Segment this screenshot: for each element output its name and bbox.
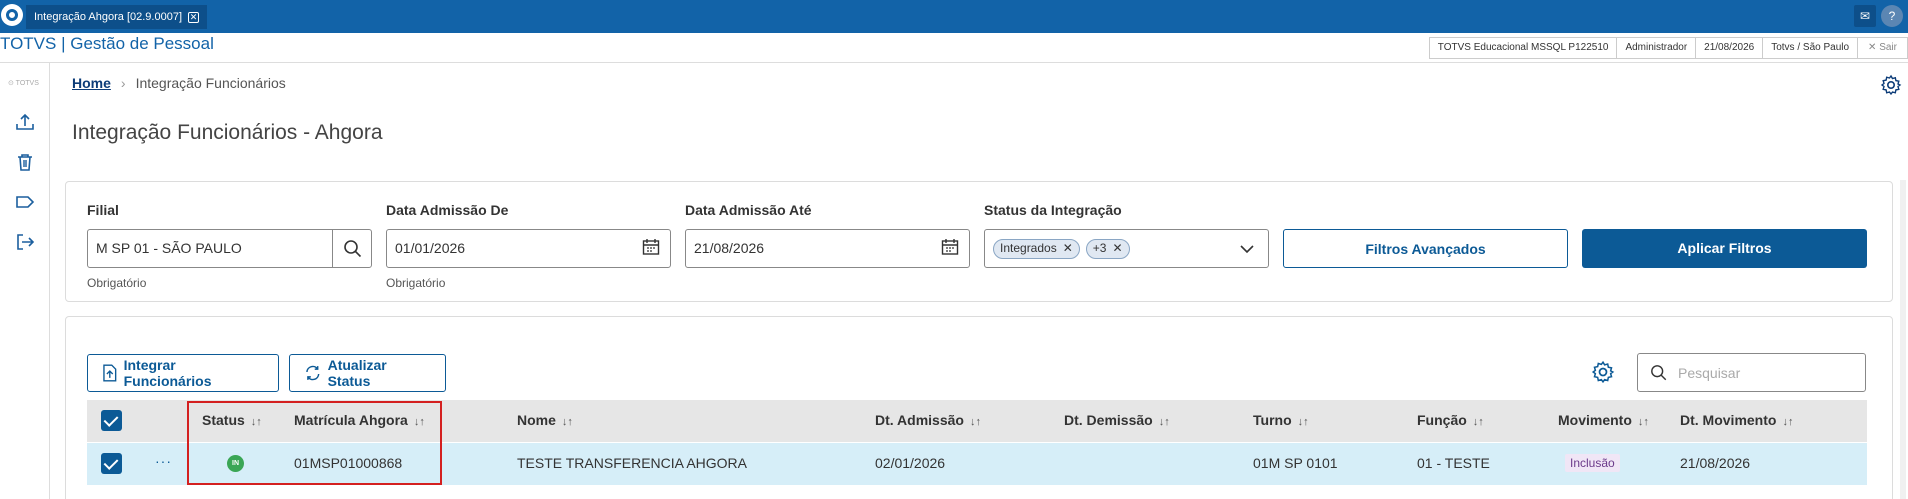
col-funcao-header[interactable]: Função ↓↑ (1417, 412, 1484, 428)
tab-close-icon[interactable]: ✕ (188, 11, 200, 23)
breadcrumb: Home › Integração Funcionários (72, 75, 286, 91)
filial-help: Obrigatório (87, 276, 147, 290)
totvs-logo-icon[interactable] (1, 4, 23, 26)
chip-label: +3 (1092, 241, 1107, 255)
sort-icon[interactable]: ↓↑ (1638, 416, 1649, 428)
col-dt-movimento-header[interactable]: Dt. Movimento ↓↑ (1680, 412, 1793, 428)
advanced-filters-button[interactable]: Filtros Avançados (1283, 229, 1568, 268)
col-movimento-label: Movimento (1558, 412, 1632, 428)
sort-icon[interactable]: ↓↑ (1159, 416, 1170, 428)
select-all-checkbox[interactable] (101, 410, 122, 431)
row-checkbox[interactable] (101, 453, 122, 474)
col-dt-demissao-header[interactable]: Dt. Demissão ↓↑ (1064, 412, 1170, 428)
tab-title: Integração Ahgora [02.9.0007] (34, 11, 183, 23)
filial-search-button[interactable] (332, 229, 372, 268)
cell-funcao: 01 - TESTE (1417, 455, 1490, 471)
breadcrumb-separator: › (120, 75, 126, 91)
breadcrumb-current: Integração Funcionários (135, 75, 286, 91)
tab-integracao-ahgora[interactable]: Integração Ahgora [02.9.0007] ✕ (26, 5, 208, 29)
refresh-status-button[interactable]: Atualizar Status (289, 354, 446, 392)
col-nome-label: Nome (517, 412, 556, 428)
chip-remove-icon[interactable]: ✕ (1112, 230, 1122, 267)
app-window: Integração Ahgora [02.9.0007] ✕ ✉ ? TOTV… (0, 0, 1908, 499)
filial-input[interactable]: M SP 01 - SÃO PAULO (87, 229, 372, 268)
search-icon (344, 240, 362, 258)
data-ate-value: 21/08/2026 (694, 240, 765, 256)
search-placeholder: Pesquisar (1678, 365, 1741, 381)
module-title: TOTVS | Gestão de Pessoal (0, 34, 214, 53)
data-ate-input[interactable]: 21/08/2026 (685, 229, 970, 268)
chip-label: Integrados (1000, 241, 1057, 255)
info-user[interactable]: Administrador (1616, 37, 1696, 59)
trash-icon[interactable] (14, 151, 36, 173)
page-settings-gear-icon[interactable] (1880, 74, 1902, 96)
integrate-label: Integrar Funcionários (123, 357, 212, 389)
apply-filters-button[interactable]: Aplicar Filtros (1582, 229, 1867, 268)
filial-label: Filial (87, 202, 119, 218)
title-bar: Integração Ahgora [02.9.0007] ✕ ✉ ? (0, 0, 1908, 33)
sidebar-brand: ⊙ TOTVS (8, 80, 39, 87)
sort-icon[interactable]: ↓↑ (1782, 416, 1793, 428)
refresh-label: Atualizar Status (327, 357, 387, 389)
cell-dt-movimento: 21/08/2026 (1680, 455, 1751, 471)
upload-icon[interactable] (14, 111, 36, 133)
help-icon[interactable]: ? (1881, 5, 1903, 27)
data-de-label: Data Admissão De (386, 202, 509, 218)
refresh-icon (306, 365, 320, 381)
col-dt-admissao-header[interactable]: Dt. Admissão ↓↑ (875, 412, 981, 428)
cell-dt-admissao: 02/01/2026 (875, 455, 946, 471)
exit-button[interactable]: ✕ Sair (1857, 37, 1908, 59)
annotation-highlight-box (187, 401, 442, 485)
cell-nome: TESTE TRANSFERENCIA AHGORA (517, 455, 748, 471)
sort-icon[interactable]: ↓↑ (1298, 416, 1309, 428)
col-dt-demissao-label: Dt. Demissão (1064, 412, 1153, 428)
calendar-icon[interactable] (941, 238, 959, 256)
data-de-input[interactable]: 01/01/2026 (386, 229, 671, 268)
movement-tag: Inclusão (1565, 454, 1620, 472)
col-nome-header[interactable]: Nome ↓↑ (517, 412, 573, 428)
file-upload-icon (103, 364, 117, 382)
cell-turno: 01M SP 0101 (1253, 455, 1338, 471)
chevron-down-icon[interactable] (1239, 241, 1255, 257)
status-integracao-multiselect[interactable]: Integrados ✕ +3 ✕ (984, 229, 1269, 268)
sort-icon[interactable]: ↓↑ (562, 416, 573, 428)
logout-icon[interactable] (14, 231, 36, 253)
info-date[interactable]: 21/08/2026 (1695, 37, 1763, 59)
page-title: Integração Funcionários - Ahgora (72, 121, 383, 144)
sort-icon[interactable]: ↓↑ (1473, 416, 1484, 428)
mail-icon[interactable]: ✉ (1854, 5, 1876, 27)
chip-more[interactable]: +3 ✕ (1085, 238, 1130, 259)
info-branch[interactable]: Totvs / São Paulo (1762, 37, 1858, 59)
col-dt-admissao-label: Dt. Admissão (875, 412, 964, 428)
data-ate-label: Data Admissão Até (685, 202, 812, 218)
breadcrumb-home-link[interactable]: Home (72, 75, 111, 91)
status-integracao-label: Status da Integração (984, 202, 1122, 218)
row-actions-more-icon[interactable]: ··· (155, 453, 172, 469)
data-de-help: Obrigatório (386, 276, 446, 290)
integrate-employees-button[interactable]: Integrar Funcionários (87, 354, 279, 392)
col-turno-label: Turno (1253, 412, 1292, 428)
col-movimento-header[interactable]: Movimento ↓↑ (1558, 412, 1649, 428)
chip-integrados[interactable]: Integrados ✕ (993, 238, 1080, 259)
filial-value: M SP 01 - SÃO PAULO (96, 240, 242, 256)
session-info: TOTVS Educacional MSSQL P122510 Administ… (1428, 37, 1908, 59)
col-funcao-label: Função (1417, 412, 1467, 428)
calendar-icon[interactable] (642, 238, 660, 256)
module-bar: TOTVS | Gestão de Pessoal TOTVS Educacio… (0, 33, 1908, 63)
table-settings-gear-icon[interactable] (1591, 360, 1615, 384)
col-turno-header[interactable]: Turno ↓↑ (1253, 412, 1309, 428)
data-de-value: 01/01/2026 (395, 240, 466, 256)
info-environment[interactable]: TOTVS Educacional MSSQL P122510 (1428, 37, 1617, 59)
left-sidebar: ⊙ TOTVS (0, 63, 50, 499)
table-search-input[interactable]: Pesquisar (1637, 353, 1866, 392)
sort-icon[interactable]: ↓↑ (970, 416, 981, 428)
chip-remove-icon[interactable]: ✕ (1063, 230, 1073, 267)
col-dt-movimento-label: Dt. Movimento (1680, 412, 1777, 428)
tag-icon[interactable] (14, 191, 36, 213)
page-scrollbar[interactable] (1900, 180, 1906, 499)
search-icon (1651, 365, 1667, 381)
